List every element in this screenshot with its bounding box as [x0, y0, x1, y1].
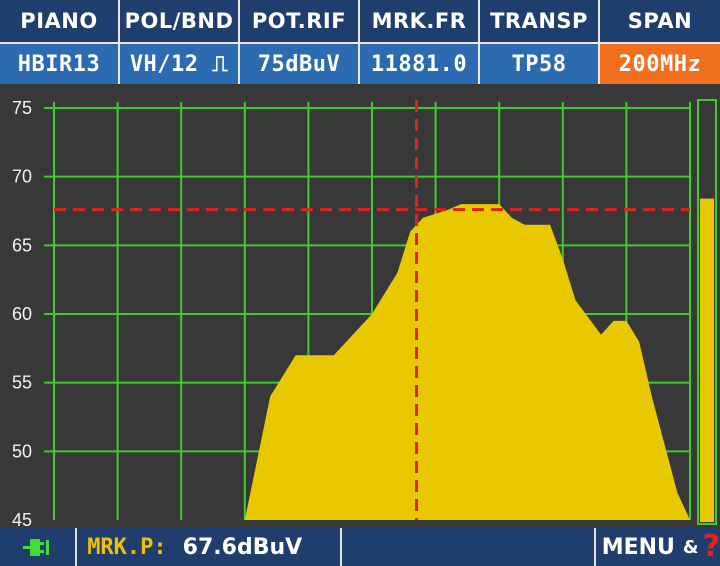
- y-tick-label: 70: [12, 167, 32, 187]
- label-piano: PIANO: [0, 0, 120, 44]
- label-mrk-fr: MRK.FR: [360, 0, 480, 44]
- label-span: SPAN: [600, 0, 720, 44]
- marker-value: 67.6dBuV: [182, 534, 303, 560]
- y-tick-label: 65: [12, 235, 32, 255]
- label-transp: TRANSP: [480, 0, 600, 44]
- y-tick-label: 60: [12, 304, 32, 324]
- header-values-row: HBIR13 VH/12 ⎍ 75dBuV 11881.0 TP58 200MH…: [0, 44, 720, 84]
- menu-label: MENU: [601, 534, 675, 560]
- plug-button[interactable]: [0, 528, 76, 566]
- help-icon: ?: [702, 529, 720, 564]
- footer-empty-slot: [342, 528, 594, 566]
- spectrum-plot[interactable]: 75 70 65 60 55 50 45: [0, 84, 720, 528]
- level-bar-fill: [700, 198, 714, 522]
- y-tick-label: 55: [12, 373, 32, 393]
- header-labels-row: PIANO POL/BND POT.RIF MRK.FR TRANSP SPAN: [0, 0, 720, 44]
- value-pot-rif[interactable]: 75dBuV: [240, 44, 360, 84]
- value-transp[interactable]: TP58: [480, 44, 600, 84]
- marker-readout: MRK.P: 67.6dBuV: [77, 528, 341, 566]
- value-piano[interactable]: HBIR13: [0, 44, 120, 84]
- marker-label: MRK.P:: [87, 534, 167, 560]
- label-pol-bnd: POL/BND: [120, 0, 240, 44]
- value-span[interactable]: 200MHz: [600, 44, 720, 84]
- y-tick-label: 45: [12, 510, 32, 528]
- label-pot-rif: POT.RIF: [240, 0, 360, 44]
- footer-bar: MRK.P: 67.6dBuV MENU & ?: [0, 528, 720, 566]
- y-tick-label: 50: [12, 441, 32, 461]
- plug-icon: [22, 539, 49, 556]
- menu-button[interactable]: MENU & ?: [595, 528, 720, 566]
- value-mrk-fr[interactable]: 11881.0: [360, 44, 480, 84]
- value-pol-bnd[interactable]: VH/12 ⎍: [120, 44, 240, 84]
- menu-amp: &: [682, 536, 699, 558]
- y-tick-label: 75: [12, 98, 32, 118]
